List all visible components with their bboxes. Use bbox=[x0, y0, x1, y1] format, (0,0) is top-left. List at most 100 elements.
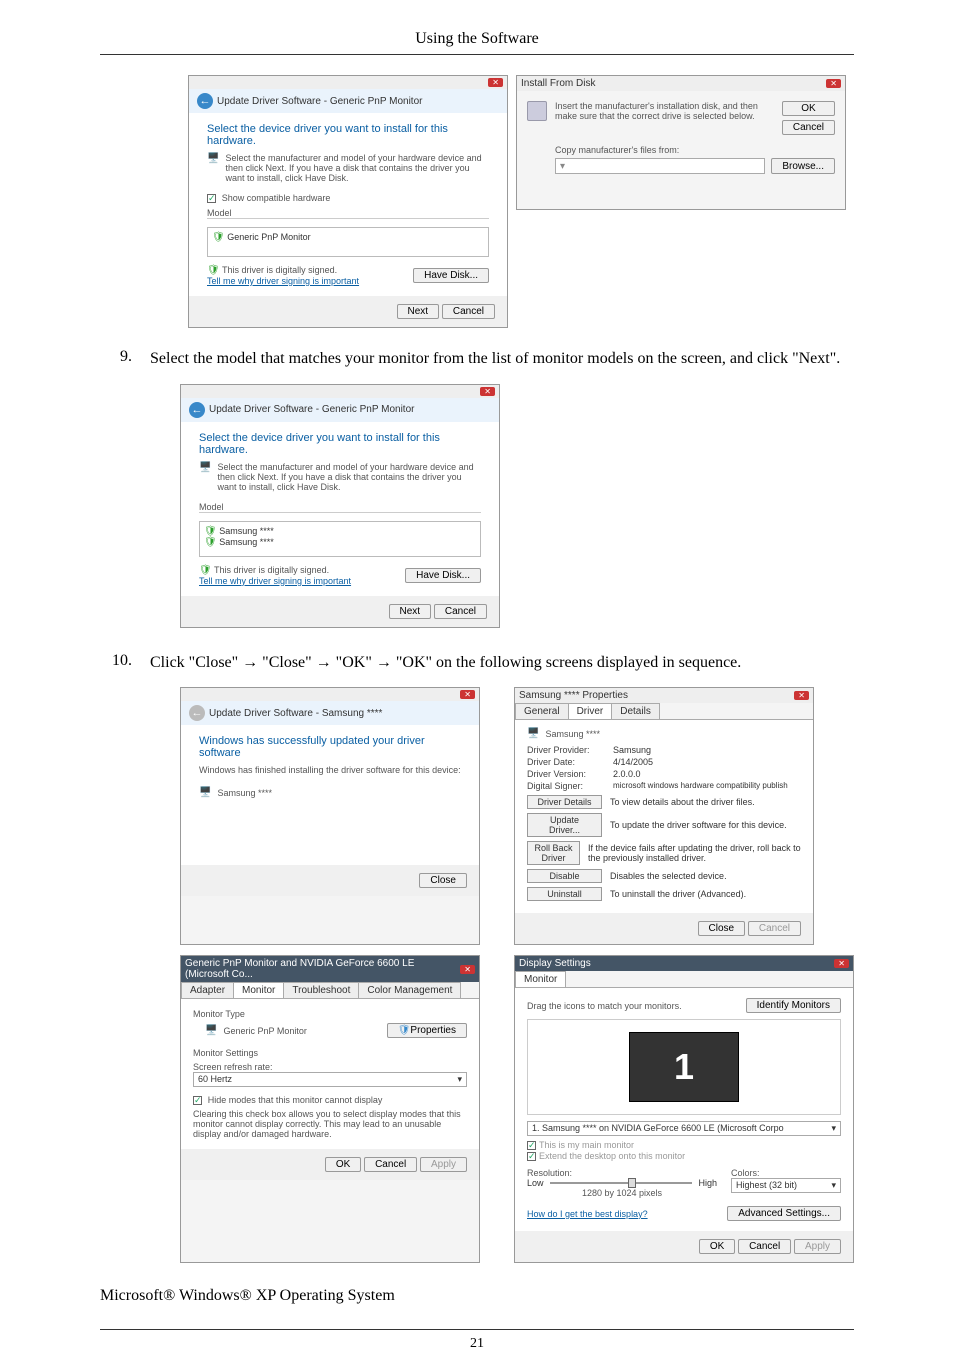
monitor-preview[interactable]: 1 bbox=[629, 1032, 739, 1102]
tab-general[interactable]: General bbox=[515, 703, 569, 719]
resolution-value: 1280 by 1024 pixels bbox=[527, 1188, 717, 1198]
extend-label: Extend the desktop onto this monitor bbox=[539, 1151, 685, 1161]
browse-button[interactable]: Browse... bbox=[771, 158, 835, 174]
monitor-name: Generic PnP Monitor bbox=[223, 1026, 306, 1036]
main-monitor-label: This is my main monitor bbox=[539, 1140, 634, 1150]
monitor-icon: 🖥️ bbox=[207, 153, 219, 183]
dialog-display-settings: Display Settings ✕ Monitor Drag the icon… bbox=[514, 955, 854, 1263]
next-button[interactable]: Next bbox=[397, 304, 440, 319]
signing-link[interactable]: Tell me why driver signing is important bbox=[199, 576, 351, 586]
cancel-button[interactable]: Cancel bbox=[434, 604, 487, 619]
colors-combobox[interactable]: Highest (32 bit)▾ bbox=[731, 1178, 841, 1193]
model-item[interactable]: Samsung **** bbox=[219, 526, 274, 536]
close-icon[interactable]: ✕ bbox=[794, 691, 809, 700]
dialog-heading: Select the device driver you want to ins… bbox=[199, 432, 481, 456]
tab-adapter[interactable]: Adapter bbox=[181, 982, 234, 998]
best-display-link[interactable]: How do I get the best display? bbox=[527, 1209, 648, 1219]
colors-label: Colors: bbox=[731, 1168, 841, 1178]
close-icon[interactable]: ✕ bbox=[834, 959, 849, 968]
disable-button[interactable]: Disable bbox=[527, 869, 602, 883]
shield-icon: 🛡 bbox=[207, 265, 220, 276]
dialog-body-text: Select the manufacturer and model of you… bbox=[225, 153, 489, 183]
resolution-slider[interactable]: Low High bbox=[527, 1178, 717, 1188]
rollback-button[interactable]: Roll Back Driver bbox=[527, 841, 580, 865]
model-item[interactable]: Samsung **** bbox=[219, 537, 274, 547]
tab-color-management[interactable]: Color Management bbox=[358, 982, 461, 998]
colors-value: Highest (32 bit) bbox=[736, 1180, 797, 1191]
hide-modes-label: Hide modes that this monitor cannot disp… bbox=[208, 1095, 383, 1105]
close-icon[interactable]: ✕ bbox=[826, 79, 841, 88]
hide-modes-checkbox[interactable] bbox=[193, 1096, 202, 1105]
tab-driver[interactable]: Driver bbox=[568, 703, 613, 719]
model-list[interactable]: 🛡 Generic PnP Monitor bbox=[207, 227, 489, 257]
back-icon: ← bbox=[189, 705, 205, 721]
shield-icon: 🛡 bbox=[204, 526, 217, 537]
close-icon[interactable]: ✕ bbox=[488, 78, 503, 87]
tab-monitor[interactable]: Monitor bbox=[515, 971, 566, 987]
crumb-text: Update Driver Software - Generic PnP Mon… bbox=[209, 404, 414, 415]
close-button[interactable]: Close bbox=[419, 873, 467, 888]
tab-troubleshoot[interactable]: Troubleshoot bbox=[283, 982, 359, 998]
slider-high: High bbox=[698, 1178, 717, 1188]
model-column-header: Model bbox=[199, 502, 481, 513]
device-name: Samsung **** bbox=[217, 788, 272, 798]
page-header: Using the Software bbox=[100, 30, 854, 54]
date-value: 4/14/2005 bbox=[613, 757, 653, 767]
provider-value: Samsung bbox=[613, 745, 651, 755]
driver-details-button[interactable]: Driver Details bbox=[527, 795, 602, 809]
drag-text: Drag the icons to match your monitors. bbox=[527, 1001, 682, 1011]
header-rule bbox=[100, 54, 854, 55]
extend-checkbox bbox=[527, 1152, 536, 1161]
monitor-selector-value: 1. Samsung **** on NVIDIA GeForce 6600 L… bbox=[532, 1123, 784, 1134]
step-text: Select the model that matches your monit… bbox=[150, 348, 854, 370]
breadcrumb: ← Update Driver Software - Generic PnP M… bbox=[181, 398, 499, 422]
properties-button[interactable]: 🛡Properties bbox=[387, 1023, 467, 1038]
close-icon[interactable]: ✕ bbox=[480, 387, 495, 396]
identify-monitors-button[interactable]: Identify Monitors bbox=[746, 998, 841, 1013]
signed-text: This driver is digitally signed. bbox=[214, 565, 329, 575]
disk-icon bbox=[527, 101, 547, 121]
signer-label: Digital Signer: bbox=[527, 781, 607, 791]
refresh-combobox[interactable]: 60 Hertz▾ bbox=[193, 1072, 467, 1087]
monitor-selector[interactable]: 1. Samsung **** on NVIDIA GeForce 6600 L… bbox=[527, 1121, 841, 1136]
slider-thumb[interactable] bbox=[628, 1178, 636, 1188]
monitor-icon: 🖥️ bbox=[205, 1025, 217, 1036]
version-value: 2.0.0.0 bbox=[613, 769, 641, 779]
driver-details-desc: To view details about the driver files. bbox=[610, 797, 755, 807]
main-monitor-checkbox bbox=[527, 1141, 536, 1150]
back-icon[interactable]: ← bbox=[189, 402, 205, 418]
close-icon[interactable]: ✕ bbox=[460, 965, 475, 974]
dialog-title: Generic PnP Monitor and NVIDIA GeForce 6… bbox=[185, 958, 460, 980]
model-item[interactable]: Generic PnP Monitor bbox=[227, 232, 310, 242]
close-button[interactable]: Close bbox=[698, 921, 746, 936]
close-icon[interactable]: ✕ bbox=[460, 690, 475, 699]
cancel-button[interactable]: Cancel bbox=[442, 304, 495, 319]
monitor-number: 1 bbox=[674, 1046, 694, 1088]
ok-button[interactable]: OK bbox=[699, 1239, 735, 1254]
update-driver-button[interactable]: Update Driver... bbox=[527, 813, 602, 837]
page-footer: 21 bbox=[100, 1329, 854, 1352]
ok-button[interactable]: OK bbox=[782, 101, 835, 116]
path-combobox[interactable]: ▾ bbox=[555, 158, 765, 174]
cancel-button[interactable]: Cancel bbox=[364, 1157, 417, 1172]
cancel-button[interactable]: Cancel bbox=[782, 120, 835, 135]
dialog-select-driver-2: ✕ ← Update Driver Software - Generic PnP… bbox=[180, 384, 500, 628]
ok-button[interactable]: OK bbox=[325, 1157, 361, 1172]
dialog-update-success: ✕ ← Update Driver Software - Samsung ***… bbox=[180, 687, 480, 945]
back-icon[interactable]: ← bbox=[197, 93, 213, 109]
next-button[interactable]: Next bbox=[389, 604, 432, 619]
tab-monitor[interactable]: Monitor bbox=[233, 982, 284, 998]
page-number: 21 bbox=[470, 1336, 484, 1351]
signing-link[interactable]: Tell me why driver signing is important bbox=[207, 276, 359, 286]
show-compat-label: Show compatible hardware bbox=[222, 193, 331, 203]
show-compat-checkbox[interactable] bbox=[207, 194, 216, 203]
figures-grid: ✕ ← Update Driver Software - Samsung ***… bbox=[100, 687, 854, 1263]
advanced-settings-button[interactable]: Advanced Settings... bbox=[727, 1206, 841, 1221]
install-text: Insert the manufacturer's installation d… bbox=[555, 101, 774, 135]
have-disk-button[interactable]: Have Disk... bbox=[405, 568, 481, 583]
tab-details[interactable]: Details bbox=[611, 703, 660, 719]
cancel-button[interactable]: Cancel bbox=[738, 1239, 791, 1254]
have-disk-button[interactable]: Have Disk... bbox=[413, 268, 489, 283]
model-list[interactable]: 🛡 Samsung **** 🛡 Samsung **** bbox=[199, 521, 481, 557]
uninstall-button[interactable]: Uninstall bbox=[527, 887, 602, 901]
